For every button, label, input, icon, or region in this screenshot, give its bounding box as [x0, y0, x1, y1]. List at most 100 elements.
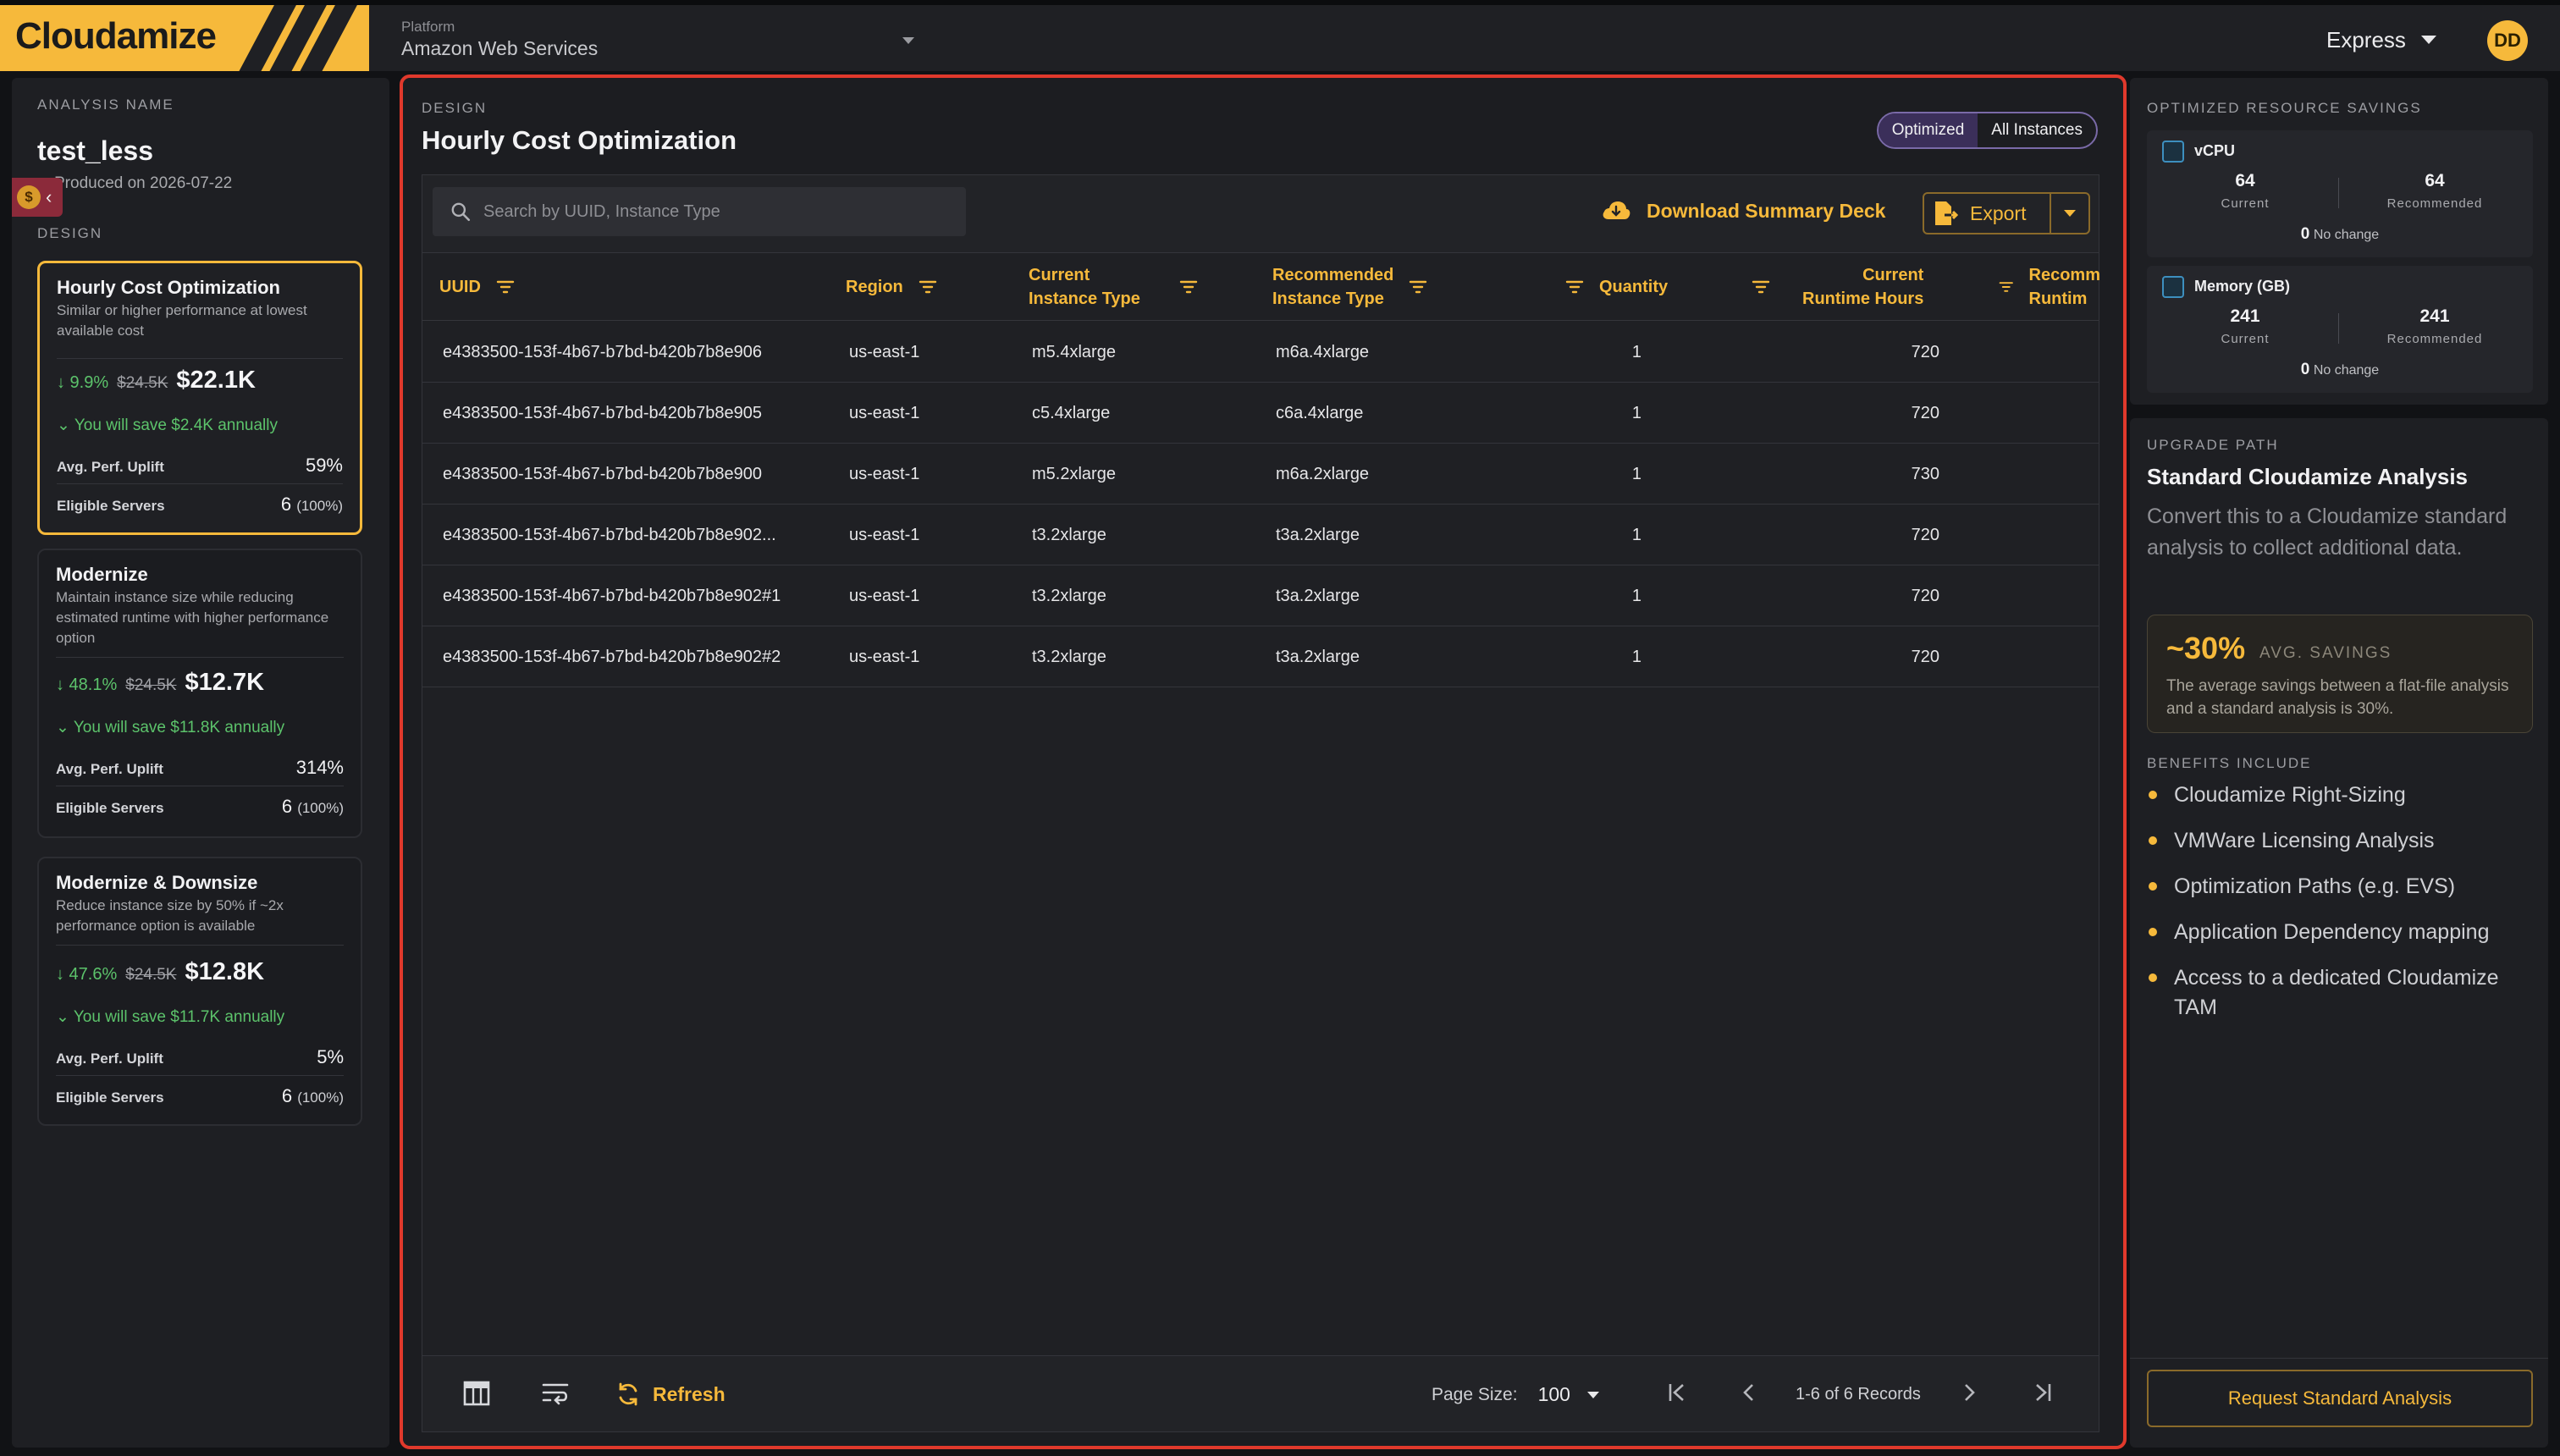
cell-runtime-hours: 730 — [1911, 464, 1939, 483]
design-card-modernize-downsize[interactable]: Modernize & Downsize Reduce instance siz… — [37, 857, 362, 1126]
column-header-recommended-instance-type[interactable]: Recommended Instance Type — [1272, 253, 1427, 321]
filter-icon[interactable] — [919, 279, 937, 295]
table-row[interactable]: e4383500-153f-4b67-b7bd-b420b7b8e902#2 u… — [422, 626, 2099, 687]
upgrade-path-panel: UPGRADE PATH Standard Cloudamize Analysi… — [2130, 418, 2548, 1448]
optimized-cost: $12.7K — [185, 669, 265, 696]
platform-label: Platform — [401, 19, 455, 35]
page-size-select[interactable]: 100 — [1538, 1383, 1599, 1406]
column-label-line: Instance Type — [1272, 290, 1384, 308]
resource-savings-label: OPTIMIZED RESOURCE SAVINGS — [2147, 100, 2422, 116]
search-input[interactable] — [483, 201, 957, 222]
change-label: No change — [2313, 228, 2380, 242]
avg-savings-callout: ~30% AVG. SAVINGS The average savings be… — [2147, 615, 2533, 733]
refresh-label: Refresh — [653, 1382, 726, 1405]
table-view-icon[interactable] — [463, 1380, 490, 1407]
resource-name: Memory (GB) — [2194, 278, 2291, 295]
search-icon — [451, 202, 471, 222]
filter-icon[interactable] — [496, 279, 515, 295]
filter-icon[interactable] — [1409, 279, 1427, 295]
table-row[interactable]: e4383500-153f-4b67-b7bd-b420b7b8e902#1 u… — [422, 565, 2099, 626]
card-description: Maintain instance size while reducing es… — [56, 589, 329, 646]
column-label: Region — [846, 278, 903, 296]
previous-page-icon[interactable] — [1740, 1382, 1757, 1404]
cell-current-type: m5.4xlarge — [1032, 342, 1116, 361]
cell-recommended-type: m6a.2xlarge — [1276, 464, 1370, 483]
cell-current-type: t3.2xlarge — [1032, 586, 1106, 605]
cell-runtime-hours: 720 — [1911, 525, 1939, 544]
table-row[interactable]: e4383500-153f-4b67-b7bd-b420b7b8e900 us-… — [422, 444, 2099, 505]
last-page-icon[interactable] — [2033, 1382, 2053, 1404]
column-header-region[interactable]: Region — [846, 253, 937, 321]
eligible-servers-percent: (100%) — [297, 800, 344, 816]
cell-recommended-type: m6a.4xlarge — [1276, 342, 1370, 361]
avg-savings-value: ~30% — [2166, 631, 2246, 665]
table-toolbar: Download Summary Deck Export — [422, 175, 2099, 253]
cell-quantity: 1 — [1631, 403, 1641, 422]
platform-select[interactable]: Platform Amazon Web Services — [401, 15, 914, 63]
table-row[interactable]: e4383500-153f-4b67-b7bd-b420b7b8e906 us-… — [422, 322, 2099, 383]
table-row[interactable]: e4383500-153f-4b67-b7bd-b420b7b8e905 us-… — [422, 383, 2099, 444]
platform-value: Amazon Web Services — [401, 37, 599, 59]
export-dropdown-button[interactable] — [2050, 194, 2088, 233]
analysis-name: test_less — [37, 135, 153, 166]
wrap-text-icon[interactable] — [541, 1380, 570, 1405]
column-label-line: Instance Type — [1029, 290, 1140, 308]
toggle-optimized[interactable]: Optimized — [1878, 113, 1978, 147]
savings-percent: ↓ 47.6% — [56, 965, 118, 984]
cell-runtime-hours: 720 — [1911, 342, 1939, 361]
cell-recommended-type: t3a.2xlarge — [1276, 647, 1360, 666]
design-card-modernize[interactable]: Modernize Maintain instance size while r… — [37, 549, 362, 838]
design-card-hourly-cost[interactable]: Hourly Cost Optimization Similar or high… — [37, 261, 362, 535]
cpu-icon — [2162, 141, 2184, 163]
change-value: 0 — [2300, 361, 2310, 378]
refresh-button[interactable]: Refresh — [615, 1382, 726, 1407]
column-header-uuid[interactable]: UUID — [439, 253, 515, 321]
card-title: Modernize & Downsize — [56, 872, 258, 893]
page-size: Page Size: 100 — [1432, 1383, 1599, 1406]
next-page-icon[interactable] — [1961, 1382, 1978, 1404]
dollar-coin-icon: $ — [17, 185, 41, 209]
divider — [2130, 1358, 2548, 1359]
column-label-line: Runtim — [2028, 290, 2088, 308]
divider — [57, 358, 343, 359]
cell-uuid: e4383500-153f-4b67-b7bd-b420b7b8e902#2 — [443, 647, 781, 666]
toggle-all-instances[interactable]: All Instances — [1978, 113, 2096, 147]
table-header: UUID Region Current Instance Type Recomme… — [422, 253, 2100, 321]
design-label: DESIGN — [37, 225, 103, 241]
export-button[interactable]: Export — [1924, 194, 2050, 233]
cell-region: us-east-1 — [849, 403, 920, 422]
filter-icon[interactable] — [1565, 279, 1584, 295]
cell-runtime-hours: 720 — [1911, 647, 1939, 666]
request-standard-analysis-button[interactable]: Request Standard Analysis — [2147, 1370, 2533, 1427]
column-header-current-runtime-hours[interactable]: Current Runtime Hours — [1752, 253, 1923, 321]
divider — [56, 1075, 344, 1076]
cell-region: us-east-1 — [849, 464, 920, 483]
column-header-quantity[interactable]: Quantity — [1565, 253, 1668, 321]
cell-recommended-type: c6a.4xlarge — [1276, 403, 1364, 422]
cell-uuid: e4383500-153f-4b67-b7bd-b420b7b8e900 — [443, 464, 763, 483]
view-toggle: Optimized All Instances — [1876, 112, 2098, 149]
avatar[interactable]: DD — [2487, 20, 2528, 61]
cell-runtime-hours: 720 — [1911, 403, 1939, 422]
table-row[interactable]: e4383500-153f-4b67-b7bd-b420b7b8e902... … — [422, 505, 2099, 565]
column-header-current-instance-type[interactable]: Current Instance Type — [1029, 253, 1198, 321]
cell-region: us-east-1 — [849, 525, 920, 544]
upgrade-description: Convert this to a Cloudamize standard an… — [2147, 505, 2508, 560]
export-label: Export — [1970, 201, 2027, 224]
filter-icon[interactable] — [1752, 279, 1770, 295]
refresh-icon — [619, 1382, 637, 1406]
logo[interactable]: Cloudamize — [0, 5, 369, 71]
download-summary-deck-button[interactable]: Download Summary Deck — [1601, 199, 1885, 223]
mode-select[interactable]: Express — [2326, 24, 2436, 56]
change-value: 0 — [2300, 225, 2310, 243]
eligible-servers-percent: (100%) — [296, 498, 343, 514]
card-title: Hourly Cost Optimization — [57, 277, 280, 298]
column-header-recommended-runtime[interactable]: Recomm Runtim — [1999, 253, 2100, 321]
change-summary: 0 No change — [2147, 361, 2533, 379]
filter-icon[interactable] — [1999, 279, 2014, 295]
first-page-icon[interactable] — [1667, 1382, 1687, 1404]
collapse-sidebar-button[interactable]: $ ‹ — [12, 178, 63, 217]
filter-icon[interactable] — [1179, 279, 1198, 295]
cell-quantity: 1 — [1631, 586, 1641, 605]
current-value: 64 — [2235, 171, 2255, 190]
